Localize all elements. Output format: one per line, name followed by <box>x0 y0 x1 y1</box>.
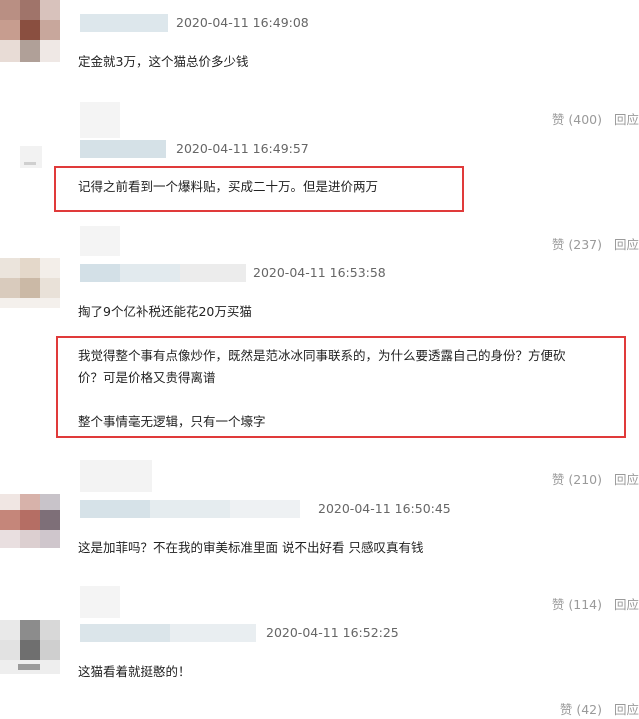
username-blurred[interactable] <box>80 624 256 642</box>
comment-text: 记得之前看到一个爆料贴，买成二十万。但是进价两万 <box>78 179 379 194</box>
username-blurred <box>80 586 120 618</box>
comment-timestamp: 2020-04-11 16:49:08 <box>176 15 309 30</box>
comment-timestamp: 2020-04-11 16:52:25 <box>266 625 399 640</box>
username-blurred <box>80 226 120 256</box>
comment-actions: 赞 (237) 回应 <box>552 236 639 254</box>
like-button[interactable]: 赞 (114) <box>552 596 602 614</box>
quote-line-2: 价？可是价格又贵得离谱 <box>78 370 216 385</box>
quote-line-3: 整个事情毫无逻辑，只有一个壕字 <box>78 414 266 429</box>
username-blurred[interactable] <box>80 140 166 158</box>
username-blurred[interactable] <box>80 500 300 518</box>
quote-line-1: 我觉得整个事有点像炒作，既然是范冰冰同事联系的，为什么要透露自己的身份？方便砍 <box>78 348 566 363</box>
comment-actions: 赞 (210) 回应 <box>552 471 639 489</box>
reply-button[interactable]: 回应 <box>614 236 639 254</box>
username-blurred <box>80 102 120 138</box>
reply-button[interactable]: 回应 <box>614 701 639 719</box>
comment-actions: 赞 (42) 回应 <box>560 701 639 719</box>
comment-timestamp: 2020-04-11 16:53:58 <box>253 265 386 280</box>
comment-actions: 赞 (114) 回应 <box>552 596 639 614</box>
avatar[interactable] <box>0 494 60 548</box>
like-button[interactable]: 赞 (210) <box>552 471 602 489</box>
username-blurred[interactable] <box>80 264 246 282</box>
like-button[interactable]: 赞 (400) <box>552 111 602 129</box>
comment-text: 这是加菲吗？不在我的审美标准里面 说不出好看 只感叹真有钱 <box>78 540 424 555</box>
username-blurred[interactable] <box>80 14 168 32</box>
avatar[interactable] <box>0 620 60 674</box>
avatar[interactable] <box>0 258 60 308</box>
comment-actions: 赞 (400) 回应 <box>552 111 639 129</box>
reply-button[interactable]: 回应 <box>614 596 639 614</box>
username-blurred <box>80 460 152 492</box>
comment-text: 定金就3万，这个猫总价多少钱 <box>78 54 249 69</box>
avatar[interactable] <box>20 146 42 168</box>
comment-timestamp: 2020-04-11 16:49:57 <box>176 141 309 156</box>
avatar[interactable] <box>0 0 60 62</box>
comment-text: 掏了9个亿补税还能花20万买猫 <box>78 304 252 319</box>
reply-button[interactable]: 回应 <box>614 111 639 129</box>
comment-text: 这猫看着就挺憨的！ <box>78 664 191 679</box>
reply-button[interactable]: 回应 <box>614 471 639 489</box>
like-button[interactable]: 赞 (42) <box>560 701 602 719</box>
comment-timestamp: 2020-04-11 16:50:45 <box>318 501 451 516</box>
like-button[interactable]: 赞 (237) <box>552 236 602 254</box>
